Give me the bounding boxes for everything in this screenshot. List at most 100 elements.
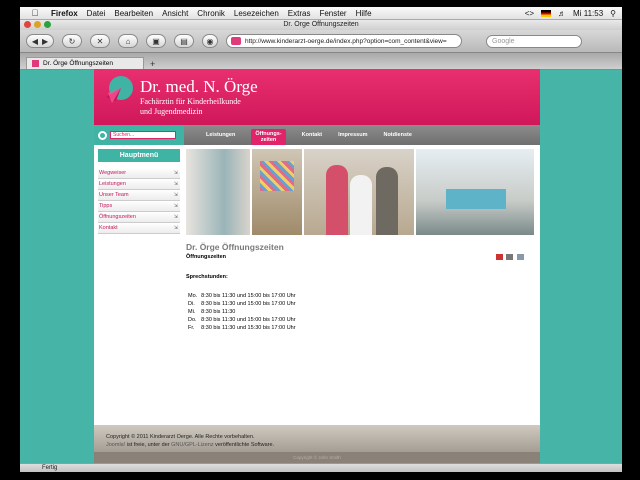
sidebar-item-label: Leistungen bbox=[99, 181, 126, 187]
tab-label: Dr. Örge Öffnungszeiten bbox=[43, 60, 113, 67]
arrow-icon: ⇲ bbox=[173, 225, 178, 231]
hours-heading: Sprechstunden: bbox=[186, 274, 228, 280]
status-text: Fertig bbox=[42, 465, 58, 471]
language-flag-icon[interactable] bbox=[541, 9, 552, 17]
close-window-button[interactable] bbox=[24, 21, 31, 28]
menu-chronik[interactable]: Chronik bbox=[197, 9, 225, 18]
day-cell: Do. bbox=[188, 317, 197, 323]
time-cell: 8:30 bis 11:30 und 15:30 bis 17:00 Uhr bbox=[201, 325, 296, 331]
search-icon[interactable] bbox=[98, 130, 107, 140]
menu-bearbeiten[interactable]: Bearbeiten bbox=[114, 9, 153, 18]
sidebar-item-kontakt[interactable]: Kontakt ⇲ bbox=[98, 223, 180, 234]
nav-impressum[interactable]: Impressum bbox=[338, 132, 367, 138]
pdf-icon[interactable] bbox=[495, 254, 503, 260]
license-tail: veröffentlichte Software. bbox=[215, 442, 275, 448]
main-content: Dr. Örge Öffnungszeiten Öffnungszeiten S… bbox=[184, 145, 534, 332]
team-member-2 bbox=[350, 175, 372, 235]
home-button[interactable]: ⌂ bbox=[118, 34, 138, 48]
mac-menubar:  Firefox Datei Bearbeiten Ansicht Chron… bbox=[20, 7, 622, 20]
arrow-icon: ⇲ bbox=[173, 203, 178, 209]
table-row: Di. 8:30 bis 11:30 und 15:00 bis 17:00 Uh… bbox=[186, 300, 298, 308]
arrow-icon: ⇲ bbox=[173, 214, 178, 220]
tab-overview-button[interactable]: ▣ bbox=[146, 34, 166, 48]
page-content: Hauptmenü Wegweiser ⇲ Leistungen ⇲ Unser T… bbox=[94, 145, 540, 332]
opening-hours-table: Mo. 8:30 bis 11:30 und 15:00 bis 17:00 Uh… bbox=[186, 292, 298, 332]
table-row: Mi. 8:30 bis 11:30 bbox=[186, 308, 298, 316]
nav-oeffnungszeiten[interactable]: Öffnungs- zeiten bbox=[251, 129, 286, 145]
article-subtitle: Öffnungszeiten bbox=[186, 254, 227, 260]
arrow-icon: ⇲ bbox=[173, 181, 178, 187]
footer-license-line: Joomla! ist freie, unter der GNU/GPL-Liz… bbox=[106, 441, 540, 449]
sidebar-item-leistungen[interactable]: Leistungen ⇲ bbox=[98, 179, 180, 190]
nav-notdienste[interactable]: Notdienste bbox=[383, 132, 411, 138]
minimize-window-button[interactable] bbox=[34, 21, 41, 28]
time-cell: 8:30 bis 11:30 und 15:00 bis 17:00 Uhr bbox=[201, 293, 296, 299]
search-placeholder: Google bbox=[492, 37, 515, 45]
site-search-input[interactable]: Suchen... bbox=[110, 131, 176, 139]
menu-app[interactable]: Firefox bbox=[51, 9, 78, 18]
photo-treatment-room bbox=[186, 149, 252, 235]
footer-copyright: Copyright © 2011 Kinderarzt Oerge. Alle … bbox=[106, 434, 255, 440]
reload-button[interactable]: ↻ bbox=[62, 34, 82, 48]
sidebar-item-wegweiser[interactable]: Wegweiser ⇲ bbox=[98, 168, 180, 179]
photo-collage bbox=[260, 161, 294, 191]
sidebar-item-tipps[interactable]: Tipps ⇲ bbox=[98, 201, 180, 212]
site-favicon-icon bbox=[231, 37, 241, 45]
menu-ansicht[interactable]: Ansicht bbox=[162, 9, 188, 18]
site-logo-icon[interactable] bbox=[104, 73, 136, 105]
spotlight-icon[interactable]: ⚲ bbox=[610, 9, 616, 18]
code-icon[interactable]: <> bbox=[525, 9, 534, 18]
email-icon[interactable] bbox=[517, 254, 524, 260]
joomla-link[interactable]: Joomla! bbox=[106, 442, 125, 448]
sidebar-item-label: Kontakt bbox=[99, 225, 118, 231]
search-bar[interactable]: Google bbox=[486, 34, 582, 48]
window-icon: ▣ bbox=[152, 36, 160, 46]
new-tab-button[interactable]: + bbox=[150, 59, 155, 69]
sidebar-button[interactable]: ▤ bbox=[174, 34, 194, 48]
stop-button[interactable]: ✕ bbox=[90, 34, 110, 48]
subtitle-line-1: Fachärztin für Kinderheilkunde bbox=[140, 97, 241, 106]
sidebar-item-label: Öffnungszeiten bbox=[99, 214, 136, 220]
article-title: Dr. Örge Öffnungszeiten bbox=[186, 242, 284, 252]
time-cell: 8:30 bis 11:30 und 15:00 bis 17:00 Uhr bbox=[201, 317, 296, 323]
sidebar-item-unser-team[interactable]: Unser Team ⇲ bbox=[98, 190, 180, 201]
stop-icon: ✕ bbox=[96, 36, 104, 46]
forward-arrow-icon[interactable]: ▶ bbox=[42, 37, 48, 46]
nav-leistungen[interactable]: Leistungen bbox=[206, 132, 235, 138]
back-forward-button[interactable]: ◀ ▶ bbox=[26, 34, 54, 48]
site-title[interactable]: Dr. med. N. Örge bbox=[140, 77, 258, 97]
menubar-clock[interactable]: Mi 11:53 bbox=[573, 9, 603, 18]
sidebar-item-label: Tipps bbox=[99, 203, 113, 209]
nav-kontakt[interactable]: Kontakt bbox=[302, 132, 322, 138]
menu-fenster[interactable]: Fenster bbox=[319, 9, 346, 18]
print-icon[interactable] bbox=[506, 254, 514, 260]
window-titlebar: Dr. Örge Öffnungszeiten bbox=[20, 20, 622, 30]
sidebar-item-label: Unser Team bbox=[99, 192, 129, 198]
browser-tab[interactable]: Dr. Örge Öffnungszeiten bbox=[26, 57, 144, 69]
banner-photo bbox=[186, 149, 534, 235]
back-arrow-icon[interactable]: ◀ bbox=[32, 37, 38, 46]
bookmark-button[interactable]: ◉ bbox=[202, 34, 218, 48]
menu-lesezeichen[interactable]: Lesezeichen bbox=[234, 9, 279, 18]
photo-team bbox=[304, 149, 416, 235]
status-bar: Fertig bbox=[20, 463, 622, 472]
sidebar-item-label: Wegweiser bbox=[99, 170, 127, 176]
table-row: Fr. 8:30 bis 11:30 und 15:30 bis 17:00 Uh… bbox=[186, 324, 298, 332]
zoom-window-button[interactable] bbox=[44, 21, 51, 28]
table-row: Mo. 8:30 bis 11:30 und 15:00 bis 17:00 Uh… bbox=[186, 292, 298, 300]
url-bar[interactable]: http://www.kinderarzt-oerge.de/index.php… bbox=[226, 34, 462, 48]
gpl-license-link[interactable]: GNU/GPL-Lizenz bbox=[171, 442, 214, 448]
arrow-icon: ⇲ bbox=[173, 192, 178, 198]
menu-datei[interactable]: Datei bbox=[87, 9, 106, 18]
apple-icon[interactable]:  bbox=[28, 8, 42, 18]
article-subtitle-row: Öffnungszeiten bbox=[186, 254, 534, 262]
tab-bar: Dr. Örge Öffnungszeiten + bbox=[20, 53, 622, 70]
time-cell: 8:30 bis 11:30 und 15:00 bis 17:00 Uhr bbox=[201, 301, 296, 307]
tab-favicon-icon bbox=[32, 60, 39, 67]
volume-icon[interactable]: ♬ bbox=[558, 9, 566, 18]
home-icon: ⌂ bbox=[125, 36, 131, 46]
menu-extras[interactable]: Extras bbox=[288, 9, 311, 18]
table-row: Do. 8:30 bis 11:30 und 15:00 bis 17:00 Uh… bbox=[186, 316, 298, 324]
sidebar-item-oeffnungszeiten[interactable]: Öffnungszeiten ⇲ bbox=[98, 212, 180, 223]
menu-hilfe[interactable]: Hilfe bbox=[356, 9, 372, 18]
